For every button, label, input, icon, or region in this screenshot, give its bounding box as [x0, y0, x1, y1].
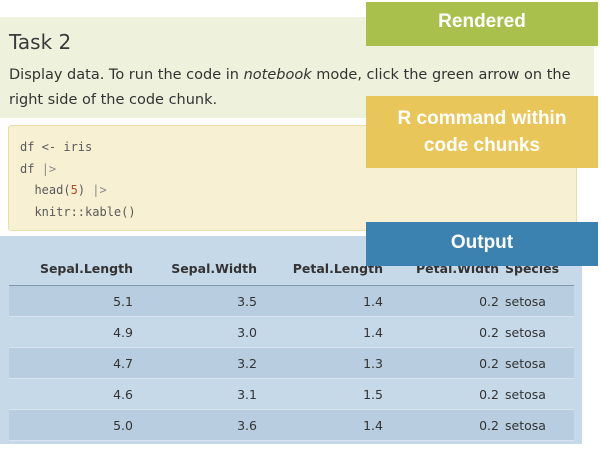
code-line-2-text: df — [20, 161, 42, 176]
code-pipe-operator: |> — [41, 161, 57, 176]
table-cell: setosa — [499, 285, 574, 317]
table-row: 4.6 3.1 1.5 0.2 setosa — [9, 378, 574, 410]
code-line-1: df <- iris — [20, 137, 136, 159]
table-cell: 0.2 — [383, 285, 499, 317]
table-cell: 3.6 — [133, 409, 257, 441]
table-cell: setosa — [499, 347, 574, 379]
table-cell: 3.0 — [133, 316, 257, 348]
table-cell: 0.2 — [383, 316, 499, 348]
table-cell: setosa — [499, 409, 574, 441]
code-lines: df <- irisdf |> head(5) |> knitr::kable(… — [20, 137, 136, 223]
code-line-4: knitr::kable() — [20, 202, 136, 224]
callout-r-command-line-2: code chunks — [423, 135, 541, 156]
callout-output: Output — [366, 222, 598, 266]
callout-r-command-line-1: R command within — [397, 108, 567, 129]
callout-rendered: Rendered — [366, 2, 598, 46]
table-cell: 0.2 — [383, 378, 499, 410]
table-row: 4.7 3.2 1.3 0.2 setosa — [9, 347, 574, 379]
code-line-3: head(5) |> — [20, 180, 136, 202]
output-table: Sepal.Length Sepal.Width Petal.Length Pe… — [9, 252, 574, 441]
code-number-literal: 5 — [70, 183, 78, 197]
code-line-3-text: head( — [20, 183, 71, 197]
column-header-sepal-width: Sepal.Width — [133, 252, 257, 286]
callout-r-command: R command within code chunks — [366, 96, 598, 168]
table-cell: 0.2 — [383, 347, 499, 379]
table-cell: 1.4 — [257, 409, 383, 441]
table-row: 5.0 3.6 1.4 0.2 setosa — [9, 409, 574, 441]
column-header-sepal-length: Sepal.Length — [9, 252, 133, 286]
table-cell: 4.6 — [9, 378, 133, 410]
table-row: 5.1 3.5 1.4 0.2 setosa — [9, 285, 574, 317]
table-cell: 5.1 — [9, 285, 133, 317]
table-cell: 1.3 — [257, 347, 383, 379]
table-cell: 1.4 — [257, 316, 383, 348]
table-cell: setosa — [499, 378, 574, 410]
table-cell: 1.4 — [257, 285, 383, 317]
output-panel: Sepal.Length Sepal.Width Petal.Length Pe… — [0, 236, 582, 444]
column-header-petal-length: Petal.Length — [257, 252, 383, 286]
table-cell: 5.0 — [9, 409, 133, 441]
table-cell: 1.5 — [257, 378, 383, 410]
table-cell: 4.7 — [9, 347, 133, 379]
code-line-4-text: knitr::kable() — [20, 204, 136, 219]
table-cell: 4.9 — [9, 316, 133, 348]
code-line-3-close: ) — [77, 183, 93, 197]
task-title: Task 2 — [9, 30, 72, 54]
table-cell: 0.2 — [383, 409, 499, 441]
code-line-1-text: df <- iris — [20, 140, 93, 154]
code-line-2: df |> — [20, 159, 136, 181]
task-desc-text-1: Display data. To run the code in — [9, 67, 244, 83]
table-cell: 3.2 — [133, 347, 257, 379]
table-cell: 3.1 — [133, 378, 257, 410]
code-pipe-operator: |> — [92, 183, 107, 197]
task-desc-emphasis: notebook — [243, 67, 312, 83]
table-row: 4.9 3.0 1.4 0.2 setosa — [9, 316, 574, 348]
table-cell: setosa — [499, 316, 574, 348]
table-cell: 3.5 — [133, 285, 257, 317]
